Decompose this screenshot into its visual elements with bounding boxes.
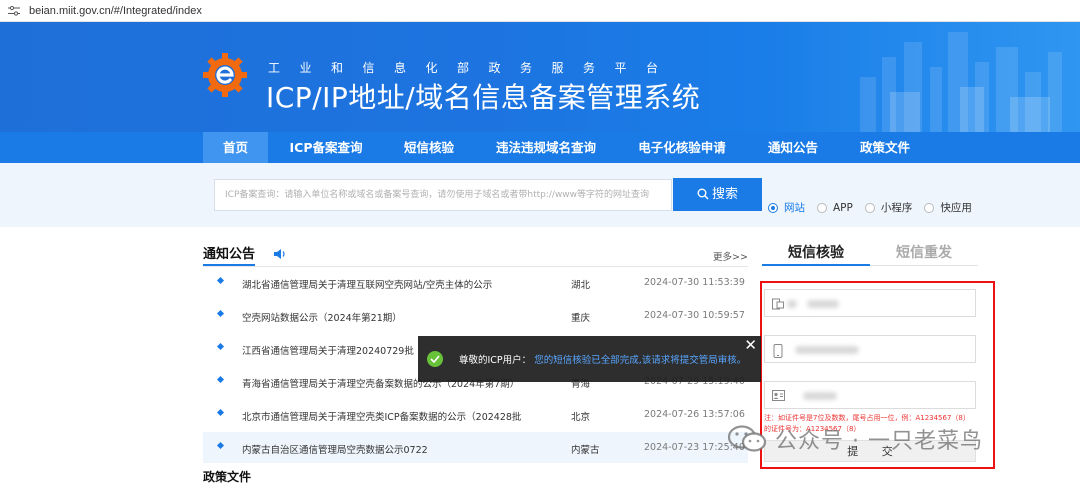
nav-notices[interactable]: 通知公告 (754, 132, 832, 163)
device-icon (772, 298, 784, 310)
masked-value (795, 346, 859, 354)
system-title: ICP/IP地址/域名信息备案管理系统 (266, 81, 701, 114)
wechat-icon (727, 425, 767, 452)
search-type-options: 网站 APP 小程序 快应用 (768, 200, 984, 215)
radio-website[interactable]: 网站 (768, 200, 805, 215)
bullet-icon (216, 276, 225, 285)
site-settings-icon[interactable] (8, 5, 20, 16)
notice-date: 2024-07-26 13:57:06 (644, 409, 745, 420)
main-nav: 首页 ICP备案查询 短信核验 违法违规域名查询 电子化核验申请 通知公告 政策… (0, 132, 1080, 163)
header-banner: 工业和信息化部政务服务平台 ICP/IP地址/域名信息备案管理系统 (0, 22, 1080, 132)
skyline-decoration (860, 32, 1062, 132)
notice-title[interactable]: 空壳网站数据公示（2024年第21期） (242, 310, 562, 324)
nav-illegal-domain-query[interactable]: 违法违规域名查询 (482, 132, 610, 163)
bullet-icon (216, 309, 225, 318)
wechat-watermark: 公众号 · 一只老菜鸟 (727, 423, 983, 455)
radio-quickapp[interactable]: 快应用 (924, 200, 972, 215)
notice-row[interactable]: 北京市通信管理局关于清理空壳类ICP备案数据的公示（202428批 北京 202… (203, 399, 748, 430)
notice-date: 2024-07-30 10:59:57 (644, 310, 745, 321)
toast-message: 尊敬的ICP用户： 您的短信核验已全部完成,该请求将提交管局审核。 (459, 352, 746, 366)
success-toast: 尊敬的ICP用户： 您的短信核验已全部完成,该请求将提交管局审核。 ✕ (418, 336, 761, 382)
search-button[interactable]: 搜索 (673, 178, 762, 211)
masked-value (807, 300, 839, 308)
radio-label: 网站 (784, 202, 805, 214)
notice-date: 2024-07-30 11:53:39 (644, 277, 745, 288)
active-tab-indicator (762, 264, 870, 266)
notice-row[interactable]: 湖北省通信管理局关于清理互联网空壳网站/空壳主体的公示 湖北 2024-07-3… (203, 267, 748, 298)
site-logo (203, 53, 247, 97)
bullet-icon (216, 408, 225, 417)
notice-title[interactable]: 湖北省通信管理局关于清理互联网空壳网站/空壳主体的公示 (242, 277, 562, 291)
verify-field-3[interactable] (764, 381, 976, 409)
search-icon (697, 188, 709, 200)
policy-heading[interactable]: 政策文件 (203, 468, 251, 485)
notice-region: 重庆 (571, 313, 591, 324)
platform-subtitle: 工业和信息化部政务服务平台 (268, 61, 678, 75)
notice-region: 内蒙古 (571, 445, 600, 456)
notice-heading[interactable]: 通知公告 (203, 243, 255, 262)
nav-policies[interactable]: 政策文件 (846, 132, 924, 163)
radio-dot (924, 202, 935, 213)
notice-region: 北京 (571, 412, 591, 423)
tab-sms-resend[interactable]: 短信重发 (896, 242, 952, 262)
nav-e-verify-apply[interactable]: 电子化核验申请 (624, 132, 740, 163)
radio-label: 小程序 (880, 202, 913, 214)
radio-dot (864, 202, 875, 213)
nav-home[interactable]: 首页 (203, 132, 268, 163)
verify-field-2[interactable] (764, 335, 976, 363)
search-button-label: 搜索 (711, 187, 738, 202)
speaker-icon (274, 249, 285, 259)
masked-value (803, 392, 837, 400)
notice-title[interactable]: 内蒙古自治区通信管理局空壳数据公示0722 (242, 442, 562, 456)
id-card-icon (772, 390, 785, 401)
watermark-text: 公众号 · 一只老菜鸟 (775, 429, 983, 454)
radio-app[interactable]: APP (817, 202, 853, 214)
radio-dot (768, 202, 778, 213)
notice-row[interactable]: 空壳网站数据公示（2024年第21期） 重庆 2024-07-30 10:59:… (203, 300, 748, 331)
browser-address-bar[interactable]: beian.miit.gov.cn/#/Integrated/index (0, 0, 1080, 22)
toast-prefix: 尊敬的ICP用户： (459, 355, 532, 366)
radio-label: 快应用 (940, 202, 972, 214)
search-area: ICP备案查询：请输入单位名称或域名或备案号查询，请勿使用子域名或者带http:… (0, 163, 1080, 227)
verify-field-1[interactable] (764, 289, 976, 317)
tab-sms-verify[interactable]: 短信核验 (788, 242, 844, 262)
phone-icon (773, 344, 783, 358)
notice-title[interactable]: 北京市通信管理局关于清理空壳类ICP备案数据的公示（202428批 (242, 409, 562, 423)
toast-close-button[interactable]: ✕ (744, 338, 757, 353)
notice-region: 湖北 (571, 280, 591, 291)
toast-text: 您的短信核验已全部完成,该请求将提交管局审核。 (534, 355, 747, 366)
notice-row[interactable]: 内蒙古自治区通信管理局空壳数据公示0722 内蒙古 2024-07-23 17:… (203, 432, 748, 463)
bullet-icon (216, 441, 225, 450)
radio-dot (817, 202, 827, 213)
radio-miniprogram[interactable]: 小程序 (864, 200, 913, 215)
sms-tabs: 短信核验 短信重发 (762, 238, 978, 266)
radio-label: APP (833, 201, 853, 214)
nav-sms-verify[interactable]: 短信核验 (390, 132, 468, 163)
nav-icp-query[interactable]: ICP备案查询 (276, 132, 376, 163)
success-check-icon (427, 351, 443, 367)
bullet-icon (216, 375, 225, 384)
url-text[interactable]: beian.miit.gov.cn/#/Integrated/index (29, 5, 202, 17)
masked-value (787, 300, 797, 308)
bullet-icon (216, 342, 225, 351)
more-notices-link[interactable]: 更多>> (713, 249, 748, 263)
search-input[interactable]: ICP备案查询：请输入单位名称或域名或备案号查询，请勿使用子域名或者带http:… (214, 179, 672, 211)
